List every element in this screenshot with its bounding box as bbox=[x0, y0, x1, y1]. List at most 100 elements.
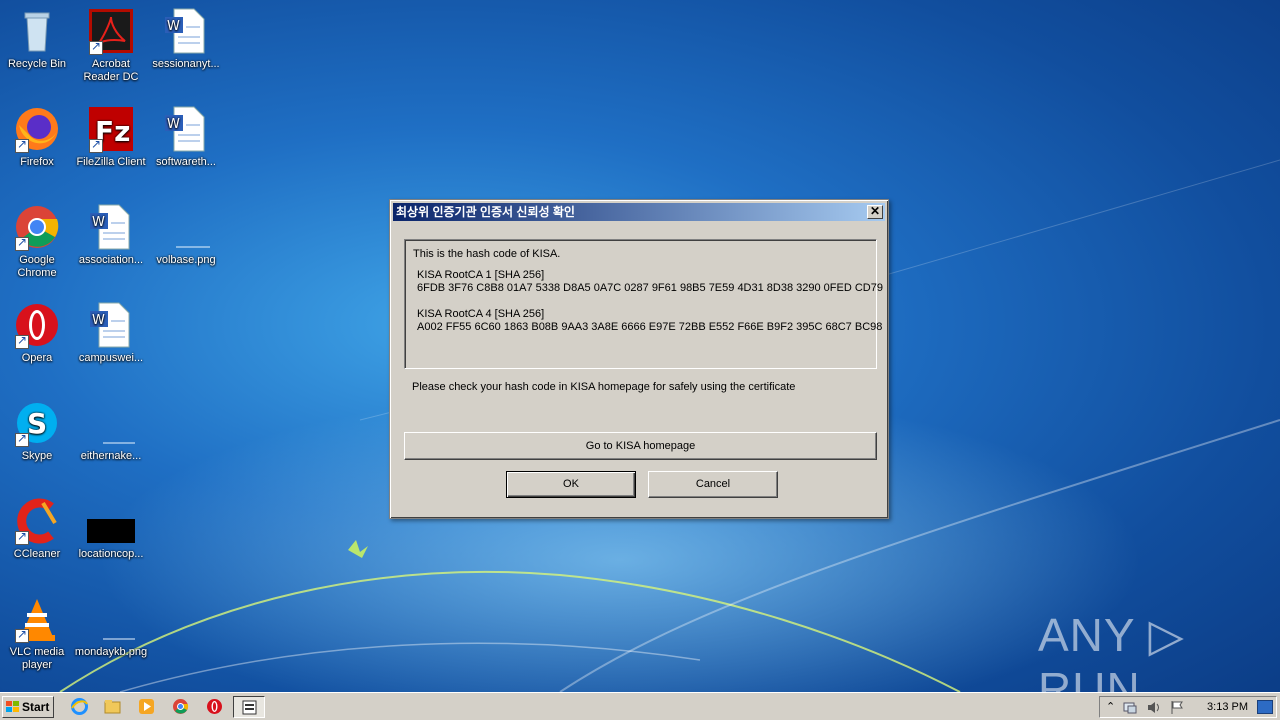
recycle-bin-icon bbox=[13, 7, 61, 55]
desktop-icon-eithernake[interactable]: eithernake... bbox=[74, 399, 148, 463]
check-hash-message: Please check your hash code in KISA home… bbox=[412, 381, 796, 393]
desktop-icon-label: softwareth... bbox=[156, 156, 216, 168]
taskbar-clock[interactable]: 3:13 PM bbox=[1207, 697, 1248, 717]
desktop-icon-sessionanyt[interactable]: W sessionanyt... bbox=[149, 7, 223, 71]
desktop-icon-mondaykb[interactable]: mondaykb.png bbox=[74, 595, 148, 659]
show-hidden-icons-icon[interactable]: ⌃ bbox=[1106, 700, 1115, 713]
opera-icon[interactable] bbox=[206, 698, 223, 715]
opera-icon bbox=[13, 301, 61, 349]
desktop-icon-association[interactable]: W association... bbox=[74, 203, 148, 267]
desktop-icon-campuswei[interactable]: W campuswei... bbox=[74, 301, 148, 365]
explorer-folder-icon[interactable] bbox=[104, 698, 121, 715]
filezilla-icon: Fz bbox=[87, 105, 135, 153]
close-icon: ✕ bbox=[869, 204, 881, 218]
cert-name-rootca4: KISA RootCA 4 [SHA 256] bbox=[417, 308, 545, 320]
ccleaner-icon bbox=[13, 497, 61, 545]
shortcut-arrow-icon bbox=[89, 39, 103, 55]
action-center-flag-icon[interactable] bbox=[1170, 700, 1184, 715]
desktop-icon-label: volbase.png bbox=[156, 254, 216, 266]
windows-logo-icon bbox=[6, 701, 19, 712]
chrome-icon bbox=[13, 203, 61, 251]
hash-info-panel: This is the hash code of KISA. KISA Root… bbox=[404, 239, 883, 369]
desktop-icon-volbase[interactable]: volbase.png bbox=[149, 203, 223, 267]
active-window-button[interactable] bbox=[233, 696, 265, 718]
desktop-icon-label: Chrome bbox=[17, 267, 57, 279]
desktop-icon-opera[interactable]: Opera bbox=[0, 301, 74, 365]
desktop-icon-google-chrome[interactable]: Google Chrome bbox=[0, 203, 74, 280]
desktop-icon-label: locationcop... bbox=[78, 548, 144, 560]
desktop-icon-vlc[interactable]: VLC media player bbox=[0, 595, 74, 672]
show-desktop-button[interactable] bbox=[1257, 700, 1273, 714]
desktop-icon-label: VLC media bbox=[9, 646, 65, 658]
desktop-icon-label: sessionanyt... bbox=[152, 58, 220, 70]
desktop-icon-label: Google bbox=[19, 254, 55, 266]
desktop-icon-ccleaner[interactable]: CCleaner bbox=[0, 497, 74, 561]
start-button[interactable]: Start bbox=[2, 696, 54, 718]
skype-icon: S bbox=[13, 399, 61, 447]
png-file-icon bbox=[87, 595, 146, 643]
desktop-icon-label: Reader DC bbox=[83, 71, 139, 83]
blank-file-icon bbox=[87, 399, 146, 447]
desktop-icon-label: Firefox bbox=[20, 156, 54, 168]
desktop-icon-label: campuswei... bbox=[78, 352, 144, 364]
svg-text:W: W bbox=[167, 19, 180, 34]
black-image-icon bbox=[87, 497, 135, 545]
desktop-icon-softwareth[interactable]: W softwareth... bbox=[149, 105, 223, 169]
svg-text:W: W bbox=[92, 215, 105, 230]
desktop-icon-firefox[interactable]: Firefox bbox=[0, 105, 74, 169]
desktop-icon-label: mondaykb.png bbox=[74, 646, 148, 658]
word-doc-icon: W bbox=[162, 105, 210, 153]
desktop-icon-filezilla[interactable]: Fz FileZilla Client bbox=[74, 105, 148, 169]
word-doc-icon: W bbox=[87, 203, 135, 251]
cert-hash-rootca4: A002 FF55 6C60 1863 B08B 9AA3 3A8E 6666 … bbox=[417, 321, 883, 333]
desktop-icon-label: eithernake... bbox=[80, 450, 142, 462]
internet-explorer-icon[interactable] bbox=[71, 698, 88, 715]
desktop-icon-recycle-bin[interactable]: Recycle Bin bbox=[0, 7, 74, 71]
close-button[interactable]: ✕ bbox=[867, 205, 883, 219]
desktop-icon-acrobat-reader[interactable]: Acrobat Reader DC bbox=[74, 7, 148, 84]
dialog-title: 최상위 인증기관 인증서 신뢰성 확인 bbox=[396, 205, 575, 219]
shortcut-arrow-icon bbox=[15, 431, 29, 447]
shortcut-arrow-icon bbox=[15, 137, 29, 153]
cancel-button[interactable]: Cancel bbox=[648, 471, 778, 498]
ok-button[interactable]: OK bbox=[506, 471, 636, 498]
desktop-icon-label: association... bbox=[78, 254, 144, 266]
desktop-icon-skype[interactable]: S Skype bbox=[0, 399, 74, 463]
svg-text:W: W bbox=[167, 117, 180, 132]
kisa-certificate-dialog: 최상위 인증기관 인증서 신뢰성 확인 ✕ This is the hash c… bbox=[389, 199, 889, 519]
shortcut-arrow-icon bbox=[15, 529, 29, 545]
go-to-kisa-homepage-button[interactable]: Go to KISA homepage bbox=[404, 432, 877, 460]
cert-name-rootca1: KISA RootCA 1 [SHA 256] bbox=[417, 269, 545, 281]
desktop-icon-label: FileZilla Client bbox=[76, 156, 146, 168]
shortcut-arrow-icon bbox=[15, 235, 29, 251]
cert-hash-rootca1: 6FDB 3F76 C8B8 01A7 5338 D8A5 0A7C 0287 … bbox=[417, 282, 883, 294]
acrobat-icon bbox=[87, 7, 135, 55]
taskbar: Start ⌃ 3:13 PM bbox=[0, 692, 1280, 720]
active-window-icon bbox=[242, 700, 257, 715]
desktop-icon-label: Acrobat bbox=[92, 58, 130, 70]
desktop-icon-label: Recycle Bin bbox=[7, 58, 67, 70]
dialog-titlebar[interactable]: 최상위 인증기관 인증서 신뢰성 확인 ✕ bbox=[393, 203, 885, 221]
word-doc-icon: W bbox=[87, 301, 135, 349]
shortcut-arrow-icon bbox=[89, 137, 103, 153]
desktop-icon-label: CCleaner bbox=[13, 548, 61, 560]
chrome-icon[interactable] bbox=[172, 698, 189, 715]
desktop-icon-label: Opera bbox=[21, 352, 53, 364]
start-label: Start bbox=[22, 700, 50, 714]
word-doc-icon: W bbox=[162, 7, 210, 55]
desktop-icon-locationcop[interactable]: locationcop... bbox=[74, 497, 148, 561]
volume-icon[interactable] bbox=[1146, 700, 1160, 715]
svg-text:W: W bbox=[92, 313, 105, 328]
vlc-icon bbox=[13, 595, 61, 643]
media-player-icon[interactable] bbox=[138, 698, 155, 715]
system-tray: ⌃ 3:13 PM bbox=[1099, 696, 1277, 718]
network-icon[interactable] bbox=[1122, 700, 1138, 715]
hash-intro-text: This is the hash code of KISA. bbox=[413, 248, 561, 260]
firefox-icon bbox=[13, 105, 61, 153]
shortcut-arrow-icon bbox=[15, 627, 29, 643]
desktop-icon-label: Skype bbox=[21, 450, 53, 462]
desktop-icon-label: player bbox=[22, 659, 52, 671]
png-file-icon bbox=[162, 203, 221, 251]
shortcut-arrow-icon bbox=[15, 333, 29, 349]
svg-text:S: S bbox=[27, 407, 47, 440]
